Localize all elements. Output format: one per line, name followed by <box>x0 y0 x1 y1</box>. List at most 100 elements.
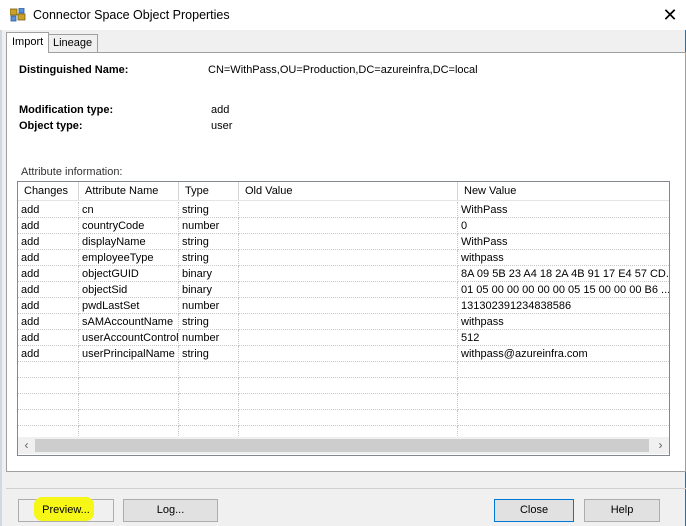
cell-type: binary <box>179 282 239 298</box>
cell-changes: add <box>18 282 79 298</box>
cell-old-value <box>239 218 458 234</box>
cell-old-value <box>239 378 458 394</box>
cell-new-value: 0 <box>458 218 669 234</box>
title-bar[interactable]: Connector Space Object Properties ✕ <box>0 0 686 30</box>
cell-old-value <box>239 362 458 378</box>
column-header-type[interactable]: Type <box>179 182 239 200</box>
cell-old-value <box>239 234 458 250</box>
close-button-label: Close <box>519 504 549 516</box>
cell-attribute-name: countryCode <box>79 218 179 234</box>
help-button-label: Help <box>610 504 634 516</box>
cell-changes <box>18 394 79 410</box>
attribute-list[interactable]: Changes Attribute Name Type Old Value Ne… <box>17 181 670 456</box>
app-icon <box>10 8 26 22</box>
cell-old-value <box>239 282 458 298</box>
cell-changes: add <box>18 234 79 250</box>
cell-type: number <box>179 330 239 346</box>
scrollbar-thumb[interactable] <box>35 439 649 452</box>
help-button[interactable]: Help <box>584 499 660 522</box>
tab-lineage[interactable]: Lineage <box>47 34 99 52</box>
close-icon[interactable]: ✕ <box>655 2 685 28</box>
tab-strip: Import Lineage <box>6 32 686 54</box>
cell-attribute-name: objectGUID <box>79 266 179 282</box>
cell-changes: add <box>18 346 79 362</box>
cell-type: number <box>179 218 239 234</box>
cell-old-value <box>239 314 458 330</box>
cell-type: binary <box>179 266 239 282</box>
cell-attribute-name: objectSid <box>79 282 179 298</box>
tab-import[interactable]: Import <box>6 32 50 53</box>
table-row[interactable]: add cn string WithPass <box>18 202 669 218</box>
preview-button-label: Preview... <box>42 504 90 516</box>
cell-new-value: 8A 09 5B 23 A4 18 2A 4B 91 17 E4 57 CD..… <box>458 266 669 282</box>
cell-attribute-name <box>79 394 179 410</box>
table-row[interactable]: add sAMAccountName string withpass <box>18 314 669 330</box>
object-type-label: Object type: <box>19 120 83 132</box>
table-row[interactable]: add userPrincipalName string withpass@azure… <box>18 346 669 362</box>
table-row[interactable]: add pwdLastSet number 131302391234838586 <box>18 298 669 314</box>
column-header-attribute-name[interactable]: Attribute Name <box>79 182 179 200</box>
cell-new-value: 512 <box>458 330 669 346</box>
cell-old-value <box>239 250 458 266</box>
column-header-old-value[interactable]: Old Value <box>239 182 458 200</box>
scroll-left-icon[interactable]: ‹ <box>18 437 35 454</box>
column-header-new-value[interactable]: New Value <box>458 182 669 200</box>
modification-type-label: Modification type: <box>19 104 114 116</box>
table-row[interactable] <box>18 362 669 378</box>
cell-changes: add <box>18 330 79 346</box>
table-row[interactable] <box>18 394 669 410</box>
cell-old-value <box>239 266 458 282</box>
table-row[interactable] <box>18 410 669 426</box>
modification-type-value: add <box>211 104 230 116</box>
horizontal-scrollbar[interactable]: ‹ › <box>18 437 669 454</box>
cell-attribute-name: userAccountControl <box>79 330 179 346</box>
table-row[interactable]: add employeeType string withpass <box>18 250 669 266</box>
log-button-label: Log... <box>156 504 185 516</box>
cell-new-value: withpass <box>458 314 669 330</box>
cell-changes <box>18 378 79 394</box>
table-row[interactable]: add countryCode number 0 <box>18 218 669 234</box>
cell-new-value: 131302391234838586 <box>458 298 669 314</box>
cell-new-value: WithPass <box>458 234 669 250</box>
cell-attribute-name <box>79 378 179 394</box>
cell-attribute-name: sAMAccountName <box>79 314 179 330</box>
cell-changes: add <box>18 298 79 314</box>
table-row[interactable] <box>18 378 669 394</box>
cell-changes <box>18 410 79 426</box>
cell-changes: add <box>18 266 79 282</box>
cell-type: string <box>179 314 239 330</box>
scroll-right-icon[interactable]: › <box>652 437 669 454</box>
cell-type: string <box>179 202 239 218</box>
cell-new-value <box>458 394 669 410</box>
attribute-info-caption: Attribute information: <box>21 166 123 178</box>
cell-changes: add <box>18 202 79 218</box>
cell-changes <box>18 362 79 378</box>
column-header-changes[interactable]: Changes <box>18 182 79 200</box>
cell-attribute-name <box>79 410 179 426</box>
cell-type <box>179 394 239 410</box>
table-row[interactable]: add objectGUID binary 8A 09 5B 23 A4 18 2A … <box>18 266 669 282</box>
table-row[interactable]: add objectSid binary 01 05 00 00 00 00 00 0… <box>18 282 669 298</box>
cell-attribute-name: userPrincipalName <box>79 346 179 362</box>
cell-old-value <box>239 202 458 218</box>
cell-attribute-name <box>79 362 179 378</box>
cell-changes: add <box>18 314 79 330</box>
close-button[interactable]: Close <box>494 499 574 522</box>
button-separator <box>6 488 686 489</box>
cell-type <box>179 378 239 394</box>
table-row[interactable]: add userAccountControl number 512 <box>18 330 669 346</box>
cell-old-value <box>239 330 458 346</box>
table-row[interactable]: add displayName string WithPass <box>18 234 669 250</box>
window-edge <box>0 0 2 526</box>
log-button[interactable]: Log... <box>123 499 218 522</box>
cell-attribute-name: displayName <box>79 234 179 250</box>
cell-type <box>179 362 239 378</box>
dn-label: Distinguished Name: <box>19 64 129 76</box>
cell-attribute-name: cn <box>79 202 179 218</box>
cell-type: string <box>179 346 239 362</box>
cell-type <box>179 410 239 426</box>
cell-new-value: WithPass <box>458 202 669 218</box>
cell-new-value <box>458 362 669 378</box>
cell-attribute-name: pwdLastSet <box>79 298 179 314</box>
cell-old-value <box>239 394 458 410</box>
